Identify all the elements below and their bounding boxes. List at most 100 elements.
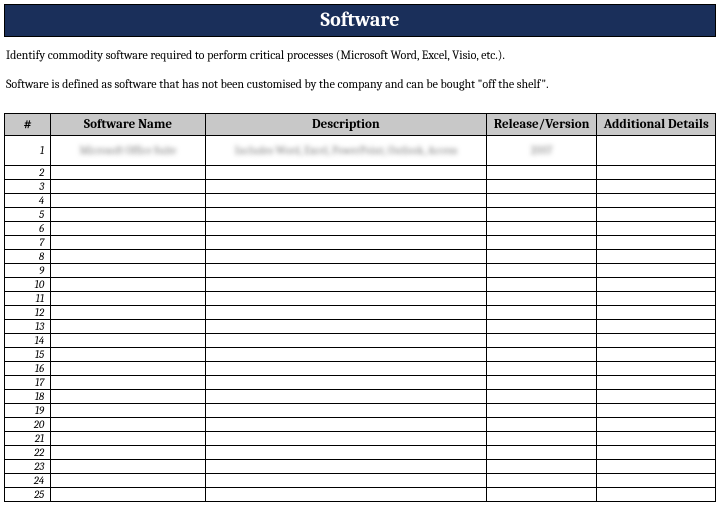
cell-num[interactable]: 22 [5, 445, 51, 459]
cell-add[interactable] [597, 417, 716, 431]
cell-num[interactable]: 6 [5, 221, 51, 235]
cell-rel[interactable] [487, 263, 597, 277]
cell-num[interactable]: 25 [5, 487, 51, 501]
cell-add[interactable] [597, 277, 716, 291]
cell-num[interactable]: 13 [5, 319, 51, 333]
cell-num[interactable]: 21 [5, 431, 51, 445]
cell-name[interactable] [51, 361, 206, 375]
cell-rel[interactable] [487, 403, 597, 417]
cell-desc[interactable] [205, 319, 486, 333]
cell-desc[interactable] [205, 291, 486, 305]
cell-name[interactable] [51, 375, 206, 389]
cell-add[interactable] [597, 305, 716, 319]
cell-rel[interactable] [487, 417, 597, 431]
cell-rel[interactable] [487, 389, 597, 403]
cell-add[interactable] [597, 207, 716, 221]
cell-rel[interactable] [487, 375, 597, 389]
cell-name[interactable] [51, 207, 206, 221]
cell-add[interactable] [597, 165, 716, 179]
cell-add[interactable] [597, 403, 716, 417]
cell-desc[interactable] [205, 193, 486, 207]
cell-add[interactable] [597, 235, 716, 249]
cell-desc[interactable] [205, 277, 486, 291]
cell-desc[interactable] [205, 361, 486, 375]
cell-name[interactable] [51, 291, 206, 305]
cell-add[interactable] [597, 179, 716, 193]
cell-add[interactable] [597, 445, 716, 459]
cell-name[interactable] [51, 263, 206, 277]
cell-desc[interactable] [205, 179, 486, 193]
cell-desc[interactable] [205, 235, 486, 249]
cell-num[interactable]: 4 [5, 193, 51, 207]
cell-num[interactable]: 24 [5, 473, 51, 487]
cell-name[interactable] [51, 431, 206, 445]
cell-desc[interactable] [205, 263, 486, 277]
cell-desc[interactable]: Includes Word, Excel, PowerPoint, Outloo… [205, 135, 486, 165]
cell-rel[interactable] [487, 347, 597, 361]
cell-add[interactable] [597, 221, 716, 235]
cell-num[interactable]: 20 [5, 417, 51, 431]
cell-add[interactable] [597, 249, 716, 263]
cell-name[interactable] [51, 277, 206, 291]
cell-num[interactable]: 11 [5, 291, 51, 305]
cell-num[interactable]: 14 [5, 333, 51, 347]
cell-add[interactable] [597, 135, 716, 165]
cell-desc[interactable] [205, 459, 486, 473]
cell-desc[interactable] [205, 487, 486, 501]
cell-rel[interactable] [487, 473, 597, 487]
cell-num[interactable]: 17 [5, 375, 51, 389]
cell-add[interactable] [597, 375, 716, 389]
cell-add[interactable] [597, 431, 716, 445]
cell-name[interactable] [51, 179, 206, 193]
cell-num[interactable]: 19 [5, 403, 51, 417]
cell-rel[interactable] [487, 235, 597, 249]
cell-name[interactable] [51, 319, 206, 333]
cell-add[interactable] [597, 389, 716, 403]
cell-name[interactable] [51, 249, 206, 263]
cell-rel[interactable] [487, 165, 597, 179]
cell-desc[interactable] [205, 389, 486, 403]
cell-name[interactable] [51, 487, 206, 501]
cell-desc[interactable] [205, 249, 486, 263]
cell-desc[interactable] [205, 431, 486, 445]
cell-name[interactable]: Microsoft Office Suite [51, 135, 206, 165]
cell-num[interactable]: 1 [5, 135, 51, 165]
cell-num[interactable]: 15 [5, 347, 51, 361]
cell-num[interactable]: 23 [5, 459, 51, 473]
cell-name[interactable] [51, 333, 206, 347]
cell-num[interactable]: 8 [5, 249, 51, 263]
cell-rel[interactable] [487, 361, 597, 375]
cell-num[interactable]: 18 [5, 389, 51, 403]
cell-name[interactable] [51, 235, 206, 249]
cell-rel[interactable] [487, 193, 597, 207]
cell-rel[interactable]: 2007 [487, 135, 597, 165]
cell-rel[interactable] [487, 305, 597, 319]
cell-rel[interactable] [487, 207, 597, 221]
cell-name[interactable] [51, 347, 206, 361]
cell-rel[interactable] [487, 319, 597, 333]
cell-rel[interactable] [487, 179, 597, 193]
cell-num[interactable]: 7 [5, 235, 51, 249]
cell-desc[interactable] [205, 445, 486, 459]
cell-num[interactable]: 3 [5, 179, 51, 193]
cell-name[interactable] [51, 417, 206, 431]
cell-desc[interactable] [205, 375, 486, 389]
cell-num[interactable]: 10 [5, 277, 51, 291]
cell-num[interactable]: 2 [5, 165, 51, 179]
cell-rel[interactable] [487, 221, 597, 235]
cell-add[interactable] [597, 459, 716, 473]
cell-name[interactable] [51, 221, 206, 235]
cell-add[interactable] [597, 473, 716, 487]
cell-name[interactable] [51, 389, 206, 403]
cell-desc[interactable] [205, 305, 486, 319]
cell-desc[interactable] [205, 221, 486, 235]
cell-name[interactable] [51, 165, 206, 179]
cell-name[interactable] [51, 305, 206, 319]
cell-rel[interactable] [487, 333, 597, 347]
cell-desc[interactable] [205, 347, 486, 361]
cell-rel[interactable] [487, 459, 597, 473]
cell-rel[interactable] [487, 277, 597, 291]
cell-num[interactable]: 16 [5, 361, 51, 375]
cell-num[interactable]: 5 [5, 207, 51, 221]
cell-name[interactable] [51, 445, 206, 459]
